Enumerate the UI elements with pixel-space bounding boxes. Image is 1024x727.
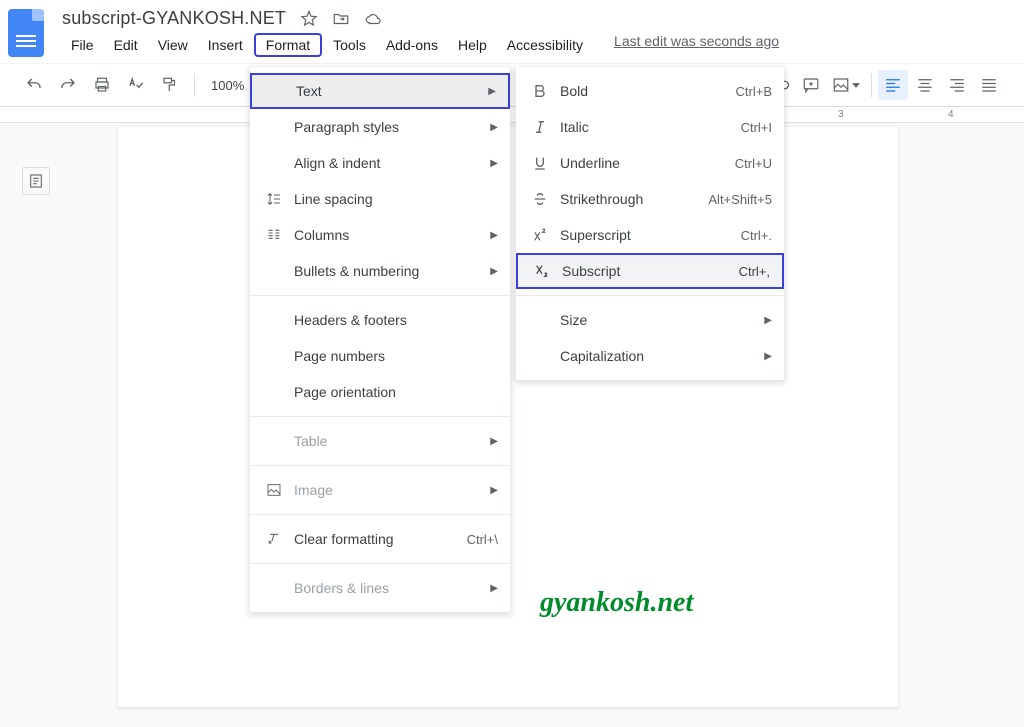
align-left-button[interactable] (878, 70, 908, 100)
subscript-icon (534, 263, 562, 279)
menu-divider (250, 514, 510, 515)
italic-icon (532, 119, 560, 135)
watermark-text: gyankosh.net (540, 587, 693, 619)
image-icon (266, 482, 294, 498)
text-superscript[interactable]: Superscript Ctrl+. (516, 217, 784, 253)
format-clear-formatting[interactable]: Clear formatting Ctrl+\ (250, 521, 510, 557)
menu-divider (516, 295, 784, 296)
format-image: Image ▶ (250, 472, 510, 508)
format-paragraph-styles[interactable]: Paragraph styles ▶ (250, 109, 510, 145)
document-title[interactable]: subscript-GYANKOSH.NET (62, 8, 286, 29)
text-strikethrough[interactable]: Strikethrough Alt+Shift+5 (516, 181, 784, 217)
menu-divider (250, 295, 510, 296)
align-center-button[interactable] (910, 70, 940, 100)
columns-icon (266, 227, 294, 243)
format-table: Table ▶ (250, 423, 510, 459)
format-borders-lines: Borders & lines ▶ (250, 570, 510, 606)
google-docs-icon[interactable] (8, 9, 44, 57)
menu-divider (250, 465, 510, 466)
chevron-right-icon: ▶ (490, 583, 498, 594)
menu-addons[interactable]: Add-ons (377, 33, 447, 57)
text-submenu: Bold Ctrl+B Italic Ctrl+I Underline Ctrl… (516, 67, 784, 380)
menu-divider (250, 416, 510, 417)
format-bullets-numbering[interactable]: Bullets & numbering ▶ (250, 253, 510, 289)
chevron-right-icon: ▶ (490, 230, 498, 241)
align-right-button[interactable] (942, 70, 972, 100)
toolbar-separator (871, 73, 872, 97)
line-spacing-icon (266, 191, 294, 207)
text-capitalization[interactable]: Capitalization ▶ (516, 338, 784, 374)
menu-edit[interactable]: Edit (105, 33, 147, 57)
horizontal-ruler[interactable]: 3 4 (0, 107, 1024, 123)
paint-format-button[interactable] (156, 71, 184, 99)
menu-insert[interactable]: Insert (199, 33, 252, 57)
cloud-status-icon[interactable] (364, 10, 382, 28)
text-italic[interactable]: Italic Ctrl+I (516, 109, 784, 145)
chevron-right-icon: ▶ (764, 315, 772, 326)
strikethrough-icon (532, 191, 560, 207)
undo-button[interactable] (20, 71, 48, 99)
text-size[interactable]: Size ▶ (516, 302, 784, 338)
print-button[interactable] (88, 71, 116, 99)
format-page-numbers[interactable]: Page numbers (250, 338, 510, 374)
ruler-mark: 3 (838, 109, 844, 120)
chevron-right-icon: ▶ (764, 351, 772, 362)
insert-image-button[interactable] (827, 71, 865, 99)
move-folder-icon[interactable] (332, 10, 350, 28)
format-page-orientation[interactable]: Page orientation (250, 374, 510, 410)
format-headers-footers[interactable]: Headers & footers (250, 302, 510, 338)
document-outline-icon[interactable] (22, 167, 50, 195)
chevron-right-icon: ▶ (490, 122, 498, 133)
format-line-spacing[interactable]: Line spacing (250, 181, 510, 217)
bold-icon (532, 83, 560, 99)
add-comment-button[interactable] (797, 71, 825, 99)
underline-icon (532, 155, 560, 171)
menu-format[interactable]: Format (254, 33, 322, 57)
superscript-icon (532, 227, 560, 243)
spellcheck-button[interactable] (122, 71, 150, 99)
format-dropdown: Text ▶ Paragraph styles ▶ Align & indent… (250, 67, 510, 612)
menu-help[interactable]: Help (449, 33, 496, 57)
menu-divider (250, 563, 510, 564)
chevron-right-icon: ▶ (490, 485, 498, 496)
format-text[interactable]: Text ▶ (250, 73, 510, 109)
chevron-right-icon: ▶ (490, 158, 498, 169)
text-bold[interactable]: Bold Ctrl+B (516, 73, 784, 109)
text-underline[interactable]: Underline Ctrl+U (516, 145, 784, 181)
clear-formatting-icon (266, 531, 294, 547)
format-columns[interactable]: Columns ▶ (250, 217, 510, 253)
chevron-right-icon: ▶ (488, 86, 496, 97)
menu-view[interactable]: View (149, 33, 197, 57)
text-subscript[interactable]: Subscript Ctrl+, (516, 253, 784, 289)
menu-file[interactable]: File (62, 33, 103, 57)
menu-tools[interactable]: Tools (324, 33, 375, 57)
menu-accessibility[interactable]: Accessibility (498, 33, 592, 57)
align-justify-button[interactable] (974, 70, 1004, 100)
ruler-mark: 4 (948, 109, 954, 120)
redo-button[interactable] (54, 71, 82, 99)
chevron-right-icon: ▶ (490, 266, 498, 277)
chevron-right-icon: ▶ (490, 436, 498, 447)
star-icon[interactable] (300, 10, 318, 28)
format-align-indent[interactable]: Align & indent ▶ (250, 145, 510, 181)
last-edit-link[interactable]: Last edit was seconds ago (614, 33, 779, 57)
toolbar-separator (194, 73, 195, 97)
